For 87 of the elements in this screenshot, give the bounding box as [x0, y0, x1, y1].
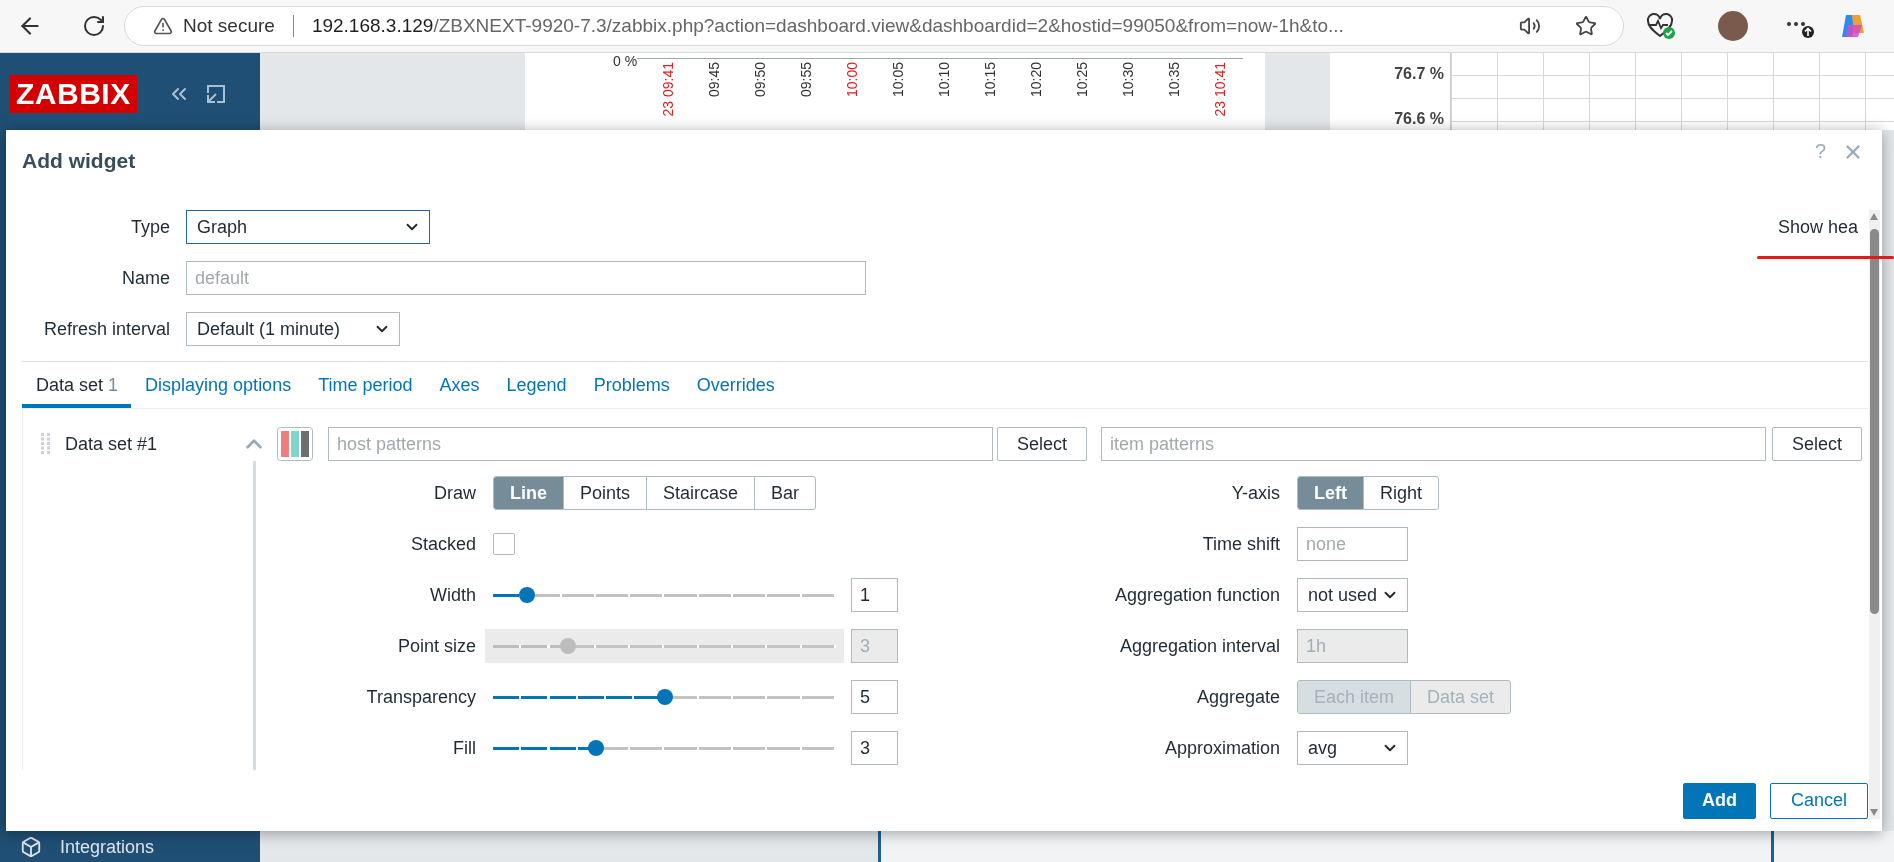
- checkbox[interactable]: [493, 533, 515, 555]
- field-label: Stacked: [409, 533, 476, 555]
- time-label: 09:45: [706, 62, 723, 98]
- scrollbar[interactable]: [1869, 210, 1880, 819]
- tab[interactable]: Overrides: [682, 362, 788, 408]
- dropdown[interactable]: avg: [1297, 731, 1408, 765]
- item-patterns-field[interactable]: item patterns: [1101, 427, 1766, 461]
- dialog-title: Add widget: [22, 149, 136, 173]
- segment-button[interactable]: Staircase: [646, 477, 755, 509]
- scrollbar-thumb[interactable]: [1870, 229, 1879, 614]
- tab[interactable]: Problems: [579, 362, 683, 408]
- number-field[interactable]: 5: [851, 680, 898, 714]
- time-label: 23 10:41: [1212, 62, 1229, 117]
- slider-thumb[interactable]: [519, 587, 536, 603]
- slider-track[interactable]: [493, 689, 836, 705]
- segment-button[interactable]: Bar: [754, 477, 816, 509]
- time-label: 10:00: [844, 62, 861, 98]
- time-label: 10:05: [890, 62, 907, 98]
- tab[interactable]: Displaying options: [131, 362, 305, 408]
- color-swatch[interactable]: [277, 427, 313, 461]
- menu-item[interactable]: Integrations: [60, 836, 155, 858]
- address-bar[interactable]: Not secure 192.168.3.129/ZBXNEXT-9920-7.3/zabbix.php?action=dashboard.view&dashboardid=2&hostid=99050&from=now-1h&to...: [124, 6, 1624, 46]
- add-button[interactable]: Add: [1682, 782, 1756, 819]
- time-label: 10:30: [1120, 62, 1137, 98]
- field-label: Aggregate: [1195, 686, 1280, 708]
- field-label: Y-axis: [1230, 482, 1280, 504]
- data-set-name: Data set #1: [65, 433, 158, 455]
- time-label: 10:25: [1074, 62, 1091, 98]
- heart-pulse-icon[interactable]: [1646, 12, 1676, 40]
- tab[interactable]: Legend: [492, 362, 580, 408]
- field-label: Point size: [396, 635, 476, 657]
- slider-thumb[interactable]: [656, 689, 673, 705]
- drag-handle-icon[interactable]: [41, 433, 51, 455]
- host-patterns-field[interactable]: host patterns: [328, 427, 993, 461]
- field-label: Aggregation interval: [1118, 635, 1280, 657]
- security-label: Not secure: [183, 15, 275, 37]
- avatar[interactable]: [1718, 11, 1748, 41]
- scroll-down-icon[interactable]: [1870, 809, 1878, 816]
- warning-icon: [153, 16, 173, 36]
- reload-icon[interactable]: [82, 14, 106, 38]
- dropdown[interactable]: Default (1 minute): [186, 312, 400, 346]
- field-label: Width: [429, 584, 476, 606]
- field-label: Refresh interval: [42, 318, 170, 340]
- time-label: 10:35: [1166, 62, 1183, 98]
- tab[interactable]: Axes: [425, 362, 493, 408]
- speaker-icon[interactable]: [1519, 15, 1541, 37]
- time-label: 10:15: [982, 62, 999, 98]
- select-button[interactable]: Select: [996, 427, 1087, 461]
- axis-label: 76.7 %: [1394, 65, 1444, 83]
- field-label: Time shift: [1201, 533, 1280, 555]
- field-label: Approximation: [1163, 737, 1280, 759]
- segment-button[interactable]: Right: [1363, 477, 1439, 509]
- scroll-up-icon[interactable]: [1870, 213, 1878, 220]
- number-field[interactable]: 3: [851, 731, 898, 765]
- field-label: Type: [129, 216, 170, 238]
- tab[interactable]: Data set 1: [22, 362, 132, 408]
- time-label: 23 09:41: [660, 62, 677, 117]
- segment-button[interactable]: Points: [563, 477, 647, 509]
- axis-label: 76.6 %: [1394, 110, 1444, 128]
- slider-track[interactable]: [493, 587, 836, 603]
- input-field[interactable]: none: [1297, 527, 1408, 561]
- star-icon[interactable]: [1575, 15, 1597, 37]
- field-label: Draw: [433, 482, 476, 504]
- time-label: 10:10: [936, 62, 953, 98]
- cube-icon[interactable]: [20, 836, 42, 858]
- dropdown[interactable]: not used: [1297, 578, 1408, 612]
- number-field[interactable]: 1: [851, 578, 898, 612]
- slider-track[interactable]: [493, 638, 836, 654]
- field-label: Aggregation function: [1113, 584, 1280, 606]
- field-label: Show hea: [1777, 216, 1858, 239]
- tab[interactable]: Time period: [304, 362, 426, 408]
- slider-thumb[interactable]: [587, 740, 604, 756]
- input-field[interactable]: default: [186, 261, 866, 295]
- select-button[interactable]: Select: [1771, 427, 1862, 461]
- slider-track[interactable]: [493, 740, 836, 756]
- field-label: Name: [121, 267, 170, 289]
- url-text: 192.168.3.129/ZBXNEXT-9920-7.3/zabbix.php?action=dashboard.view&dashboardid=2&hostid=99050&from=now-1h&to...: [311, 15, 1344, 37]
- corner-arrow-icon[interactable]: [204, 83, 227, 105]
- time-label: 09:50: [752, 62, 769, 98]
- cancel-button[interactable]: Cancel: [1769, 782, 1868, 819]
- dropdown[interactable]: Graph: [186, 210, 430, 244]
- axis-label: 0 %: [613, 53, 638, 69]
- field-label: Transparency: [365, 686, 476, 708]
- time-label: 09:55: [798, 62, 815, 98]
- time-label: 10:20: [1028, 62, 1045, 98]
- field-label: Fill: [452, 737, 476, 759]
- logo: ZABBIX: [10, 75, 137, 113]
